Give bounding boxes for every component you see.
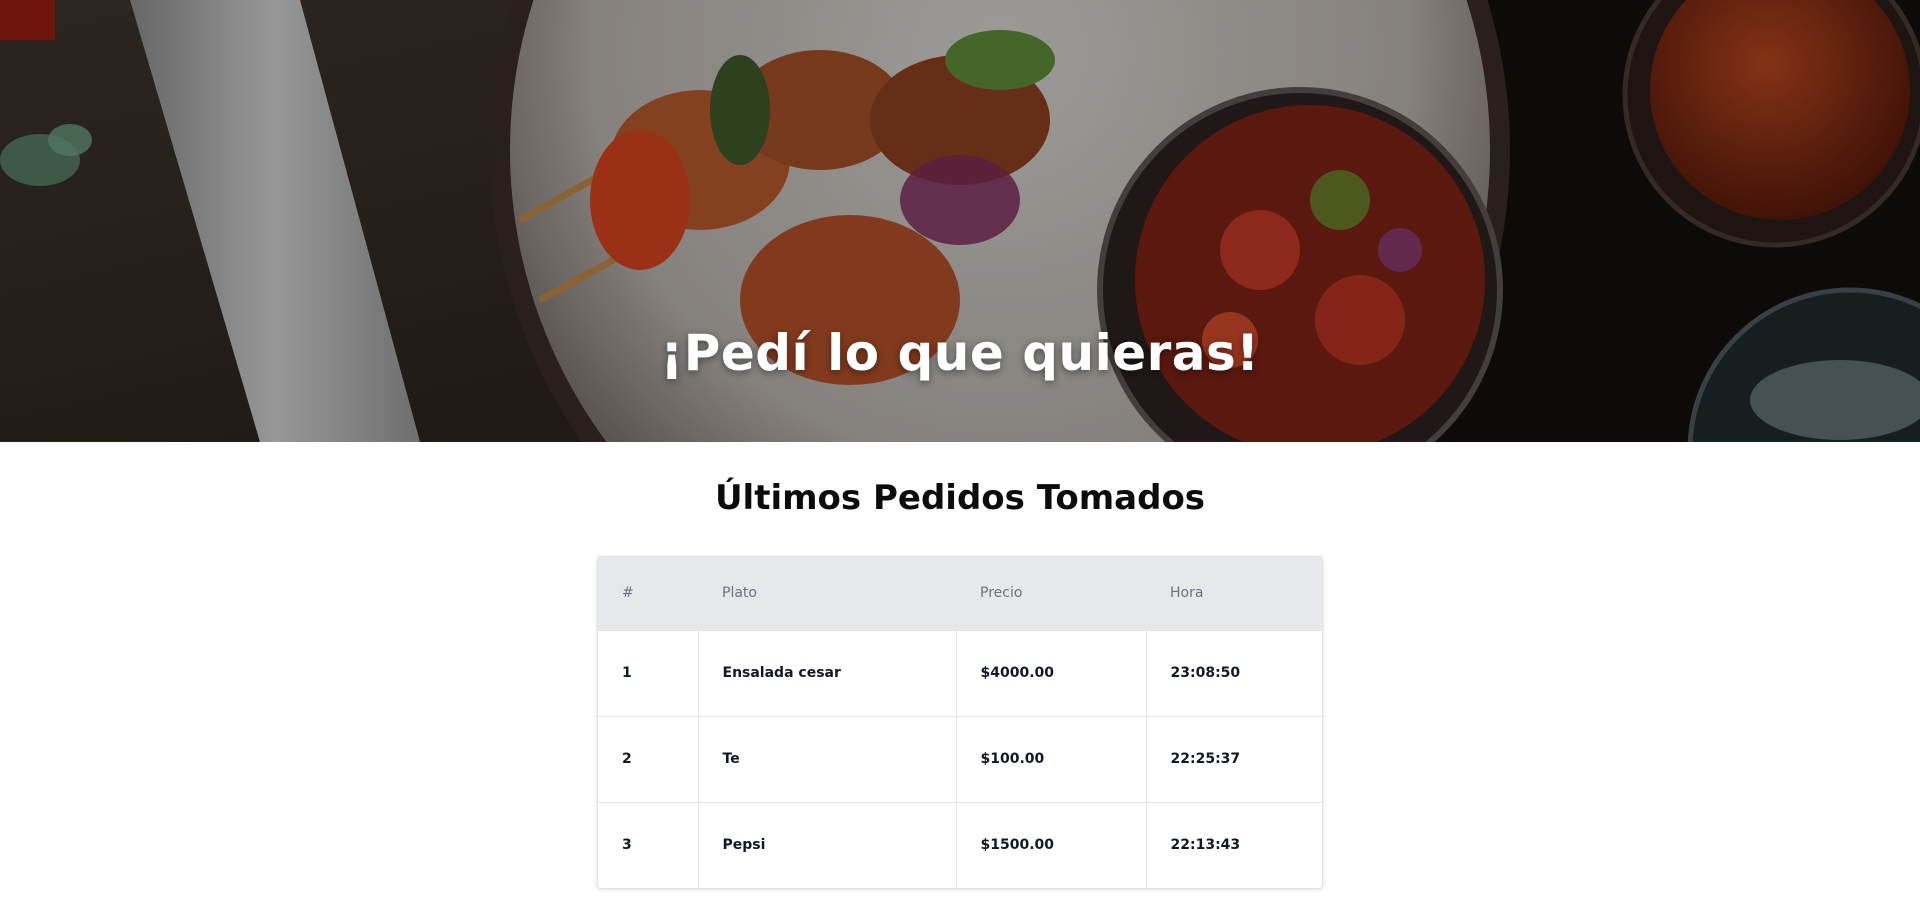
- column-header-number: #: [622, 585, 634, 602]
- cell-number: 2: [598, 716, 699, 802]
- cell-plato: Te: [698, 716, 957, 802]
- cell-precio: $4000.00: [956, 630, 1147, 716]
- column-header-precio: Precio: [980, 585, 1023, 602]
- orders-title: Últimos Pedidos Tomados: [714, 478, 1206, 518]
- table-row: 2 Te $100.00 22:25:37: [598, 716, 1322, 802]
- cell-number: 3: [598, 802, 699, 888]
- cell-precio: $100.00: [956, 716, 1147, 802]
- cell-hora: 22:25:37: [1170, 751, 1241, 767]
- cell-hora: 22:13:43: [1170, 837, 1241, 854]
- table-header-row: # Plato Precio Hora: [598, 557, 1322, 630]
- column-header-plato: Plato: [722, 585, 757, 602]
- cell-precio: $1500.00: [956, 802, 1147, 888]
- column-header-hora: Hora: [1170, 585, 1204, 602]
- cell-plato: Ensalada cesar: [698, 630, 957, 716]
- cell-plato: Pepsi: [698, 802, 957, 888]
- hero-banner: ¡Pedí lo que quieras!: [0, 0, 1920, 442]
- hero-title: ¡Pedí lo que quieras!: [660, 324, 1260, 382]
- table-row: 1 Ensalada cesar $4000.00 23:08:50: [598, 630, 1322, 716]
- cell-hora: 23:08:50: [1170, 665, 1241, 681]
- cell-number: 1: [598, 630, 699, 716]
- table-row: 3 Pepsi $1500.00 22:13:43: [598, 802, 1322, 888]
- orders-table: # Plato Precio Hora 1 Ensalada cesar $40…: [597, 556, 1323, 889]
